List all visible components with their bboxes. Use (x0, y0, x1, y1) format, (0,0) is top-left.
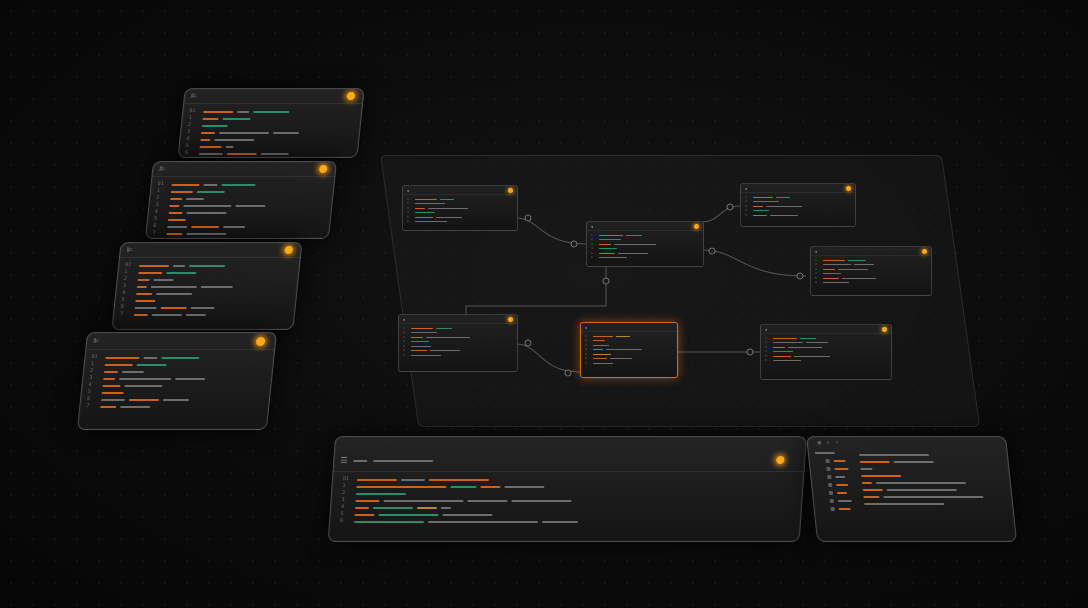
status-indicator (694, 224, 699, 229)
terminal-icon: ⊫ (158, 164, 166, 173)
node-icon: ▪ (745, 185, 748, 191)
node-icon: ▪ (585, 324, 588, 330)
explorer-sidebar[interactable]: ▤ ⌕ ⑂ (806, 436, 1018, 542)
node-icon: ▪ (591, 223, 594, 229)
status-indicator (922, 249, 927, 254)
node-icon: ▪ (815, 248, 818, 254)
graph-node-1[interactable]: ▪ 1 2 3 4 5 6 (402, 185, 518, 231)
status-indicator (882, 327, 887, 332)
terminal-icon: ⊫ (126, 245, 134, 254)
code-card-4[interactable]: ⊫ 01 1 2 3 4 5 6 7 (76, 332, 278, 430)
search-icon[interactable]: ⌕ (826, 440, 830, 446)
graph-node-7[interactable]: ▪ 1 2 3 4 5 6 (760, 324, 892, 380)
branch-icon[interactable]: ⑂ (835, 440, 839, 446)
graph-node-4[interactable]: ▪ 1 2 3 4 5 6 (810, 246, 932, 296)
terminal-icon: ⊫ (92, 336, 100, 345)
code-card-3[interactable]: ⊫ 01 1 2 3 4 5 6 7 (111, 242, 303, 330)
graph-node-selected[interactable]: ▪ 1 2 3 4 5 6 7 (580, 322, 678, 378)
terminal-icon: ⊫ (190, 91, 198, 100)
status-indicator (508, 188, 513, 193)
code-card-2[interactable]: ⊫ 01 1 2 3 4 5 6 7 (144, 161, 338, 239)
files-icon[interactable]: ▤ (817, 440, 821, 446)
node-icon: ▪ (765, 326, 768, 332)
graph-node-5[interactable]: ▪ 1 2 3 4 5 6 7 (398, 314, 518, 372)
status-indicator (508, 317, 513, 322)
menu-icon[interactable]: ☰ (340, 456, 348, 465)
code-editor-panel[interactable]: ☰ 01 1 2 3 4 5 6 (327, 436, 807, 542)
graph-node-3[interactable]: ▪ 1 2 3 4 5 (740, 183, 856, 227)
code-card-1[interactable]: ⊫ 01 1 2 3 4 5 6 (177, 88, 365, 158)
graph-node-2[interactable]: ▪ 1 2 3 4 5 6 (586, 221, 704, 267)
node-icon: ▪ (403, 316, 406, 322)
node-icon: ▪ (407, 187, 410, 193)
status-indicator (846, 186, 851, 191)
